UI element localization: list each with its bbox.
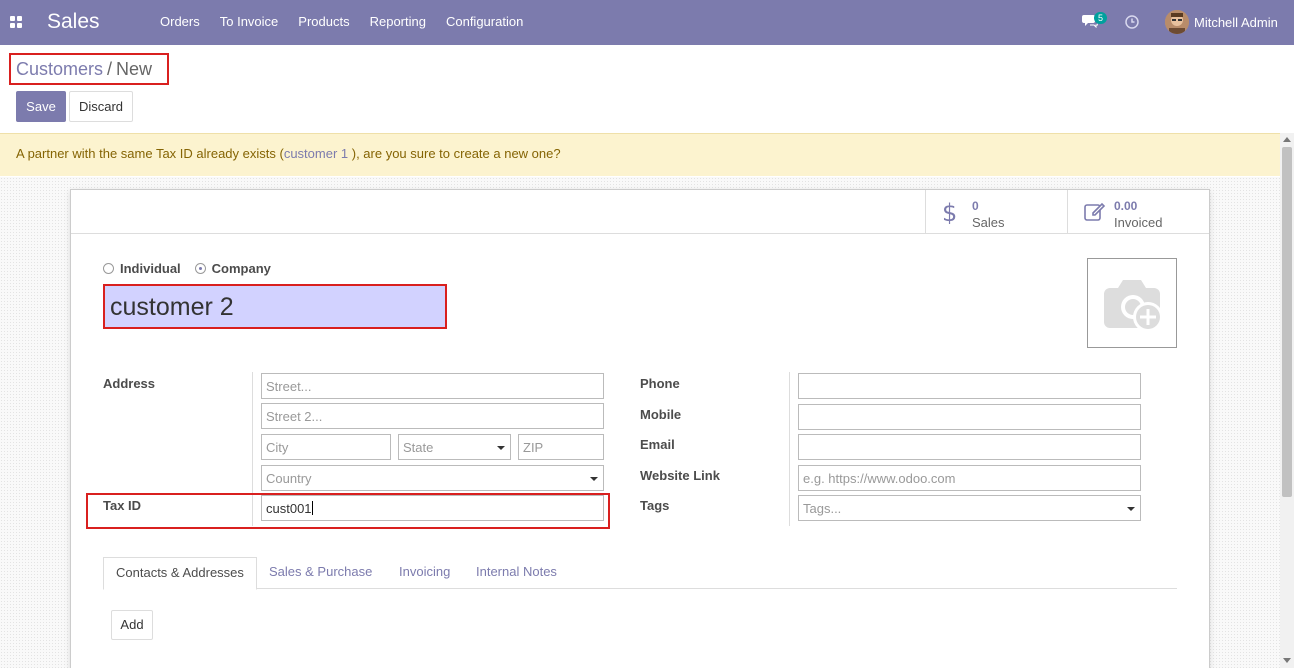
apps-menu-icon[interactable] [10, 16, 22, 28]
mobile-input[interactable] [798, 404, 1141, 430]
street-input[interactable]: Street... [261, 373, 604, 399]
partner-name-field[interactable]: customer 2 [103, 284, 447, 329]
company-radio[interactable] [194, 263, 206, 274]
discard-button[interactable]: Discard [69, 91, 133, 122]
invoiced-smart-button[interactable]: 0.00 Invoiced [1067, 190, 1209, 234]
warning-text-start: A partner with the same Tax ID already e… [16, 146, 284, 161]
tab-internal-notes[interactable]: Internal Notes [464, 557, 569, 589]
state-select[interactable]: State [398, 434, 511, 460]
notebook-tabs: Contacts & Addresses Sales & Purchase In… [103, 557, 1177, 590]
duplicate-tax-id-warning: A partner with the same Tax ID already e… [0, 133, 1280, 176]
company-label[interactable]: Company [212, 261, 271, 276]
svg-text:$: $ [942, 200, 956, 224]
tab-invoicing[interactable]: Invoicing [387, 557, 462, 589]
city-input[interactable]: City [261, 434, 391, 460]
top-navbar: Sales Orders To Invoice Products Reporti… [0, 0, 1294, 45]
dollar-icon: $ [942, 200, 956, 224]
user-name[interactable]: Mitchell Admin [1194, 15, 1278, 30]
tags-label: Tags [640, 498, 670, 513]
text-cursor [311, 501, 313, 515]
breadcrumb-customers-link[interactable]: Customers [16, 59, 103, 79]
menu-to-invoice[interactable]: To Invoice [220, 14, 279, 29]
breadcrumb: Customers / New [16, 59, 152, 80]
partner-form-sheet: $ 0 Sales 0.00 Invoiced Individual Compa… [70, 189, 1210, 668]
tags-dropdown-caret-icon [1127, 507, 1135, 511]
individual-radio[interactable] [103, 263, 114, 274]
tab-sales-purchase[interactable]: Sales & Purchase [257, 557, 384, 589]
chat-count-badge: 5 [1094, 12, 1108, 24]
pencil-square-icon [1084, 202, 1106, 221]
country-dropdown-caret-icon [590, 477, 598, 481]
sales-count: 0 [972, 199, 979, 213]
menu-configuration[interactable]: Configuration [446, 14, 523, 29]
country-select[interactable]: Country [261, 465, 604, 491]
state-dropdown-caret-icon [497, 446, 505, 450]
phone-input[interactable] [798, 373, 1141, 399]
main-menu: Orders To Invoice Products Reporting Con… [150, 14, 533, 29]
website-input[interactable]: e.g. https://www.odoo.com [798, 465, 1141, 491]
image-upload[interactable] [1087, 258, 1177, 348]
page-scrollbar[interactable] [1280, 133, 1294, 668]
tax-id-value: cust001 [266, 501, 312, 516]
scroll-up-arrow-icon[interactable] [1283, 137, 1291, 142]
individual-label[interactable]: Individual [120, 261, 181, 276]
mobile-label: Mobile [640, 407, 682, 422]
camera-plus-icon [1104, 280, 1163, 332]
sales-label: Sales [972, 215, 1005, 230]
company-type-selector: Individual Company [103, 261, 285, 276]
phone-label: Phone [640, 376, 680, 391]
invoiced-amount: 0.00 [1114, 199, 1138, 213]
email-input[interactable] [798, 434, 1141, 460]
right-column-divider [789, 372, 790, 526]
activity-clock-icon[interactable] [1125, 15, 1139, 29]
email-label: Email [640, 437, 675, 452]
add-contact-button[interactable]: Add [111, 610, 153, 640]
user-avatar[interactable] [1165, 10, 1189, 34]
smart-button-box: $ 0 Sales 0.00 Invoiced [71, 190, 1209, 234]
app-name[interactable]: Sales [47, 10, 100, 34]
address-label: Address [103, 376, 156, 391]
sales-smart-button[interactable]: $ 0 Sales [925, 190, 1067, 234]
tax-id-label: Tax ID [103, 498, 142, 513]
warning-text-end: ), are you sure to create a new one? [348, 146, 561, 161]
menu-orders[interactable]: Orders [160, 14, 200, 29]
menu-reporting[interactable]: Reporting [370, 14, 426, 29]
tags-input[interactable]: Tags... [798, 495, 1141, 521]
save-button[interactable]: Save [16, 91, 66, 122]
scroll-down-arrow-icon[interactable] [1283, 658, 1291, 663]
tab-contacts-addresses[interactable]: Contacts & Addresses [103, 557, 257, 590]
existing-partner-link[interactable]: customer 1 [284, 146, 348, 161]
breadcrumb-separator: / [107, 59, 113, 79]
street2-input[interactable]: Street 2... [261, 403, 604, 429]
menu-products[interactable]: Products [298, 14, 349, 29]
invoiced-label: Invoiced [1114, 215, 1163, 230]
scroll-thumb[interactable] [1282, 147, 1292, 497]
website-label: Website Link [640, 468, 720, 483]
tax-id-input[interactable]: cust001 [261, 495, 604, 521]
partner-name-value: customer 2 [110, 293, 234, 321]
breadcrumb-current: New [116, 59, 153, 79]
zip-input[interactable]: ZIP [518, 434, 604, 460]
